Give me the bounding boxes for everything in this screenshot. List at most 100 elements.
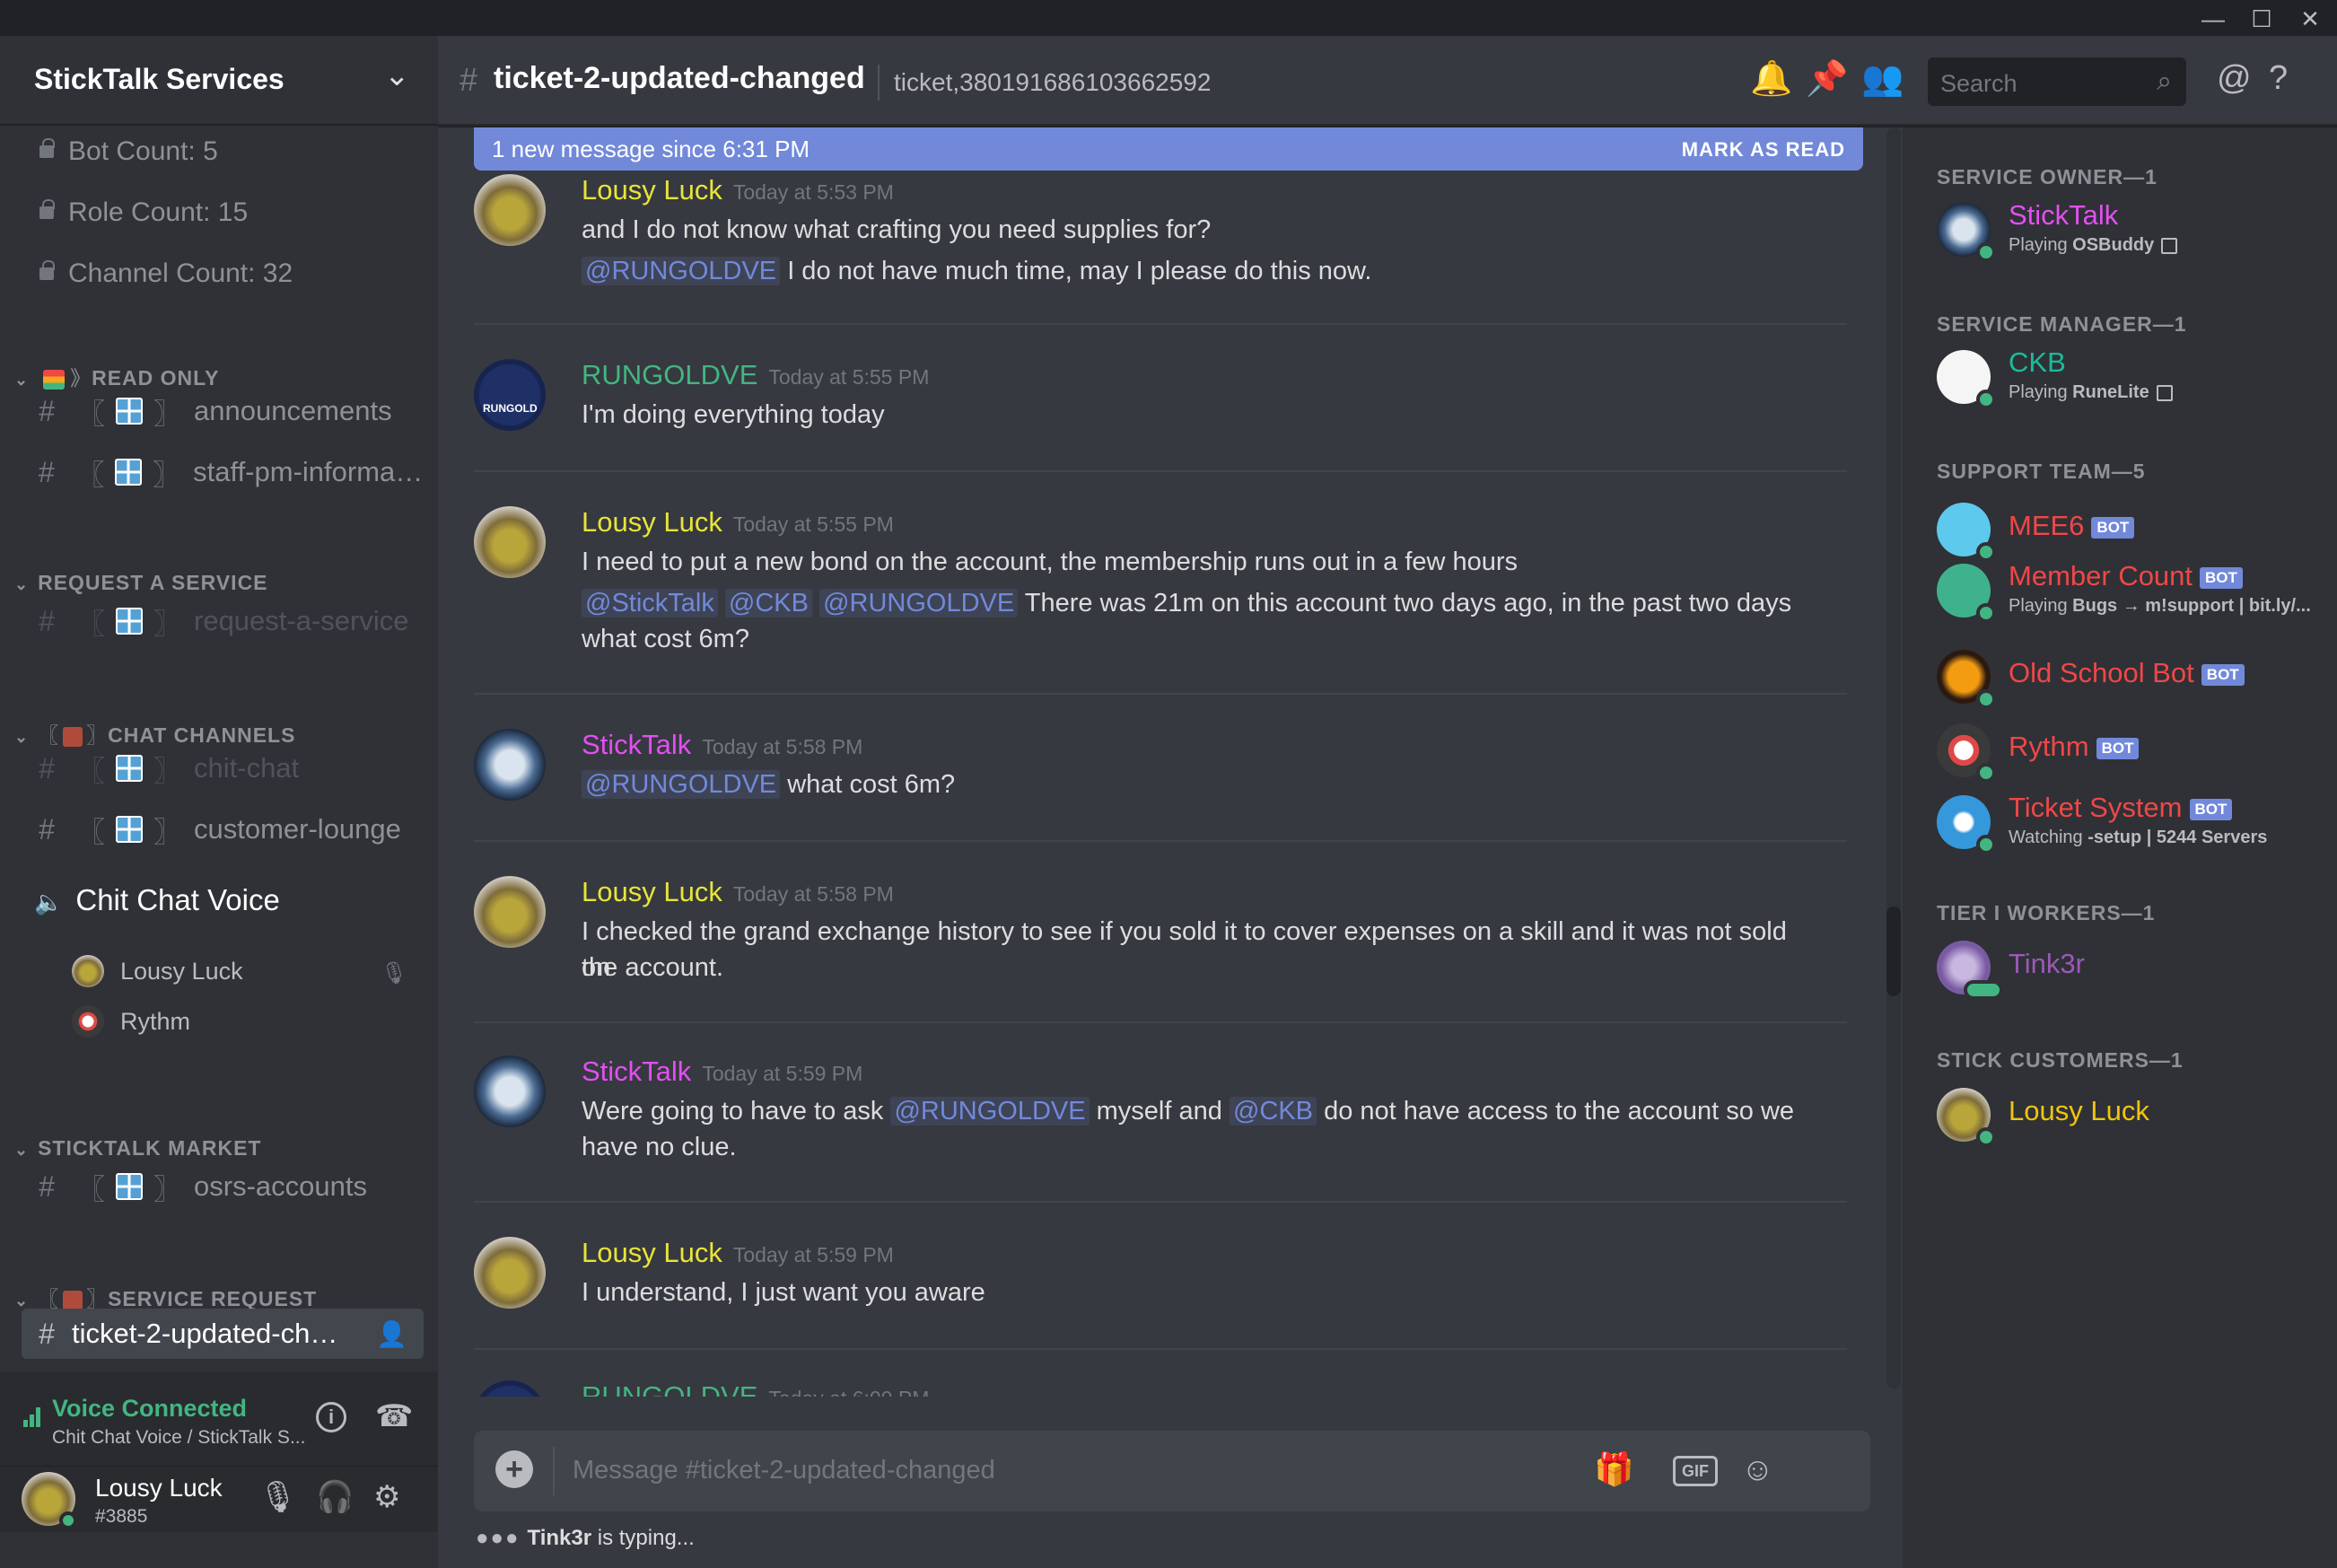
voice-status[interactable]: Voice Connected bbox=[52, 1395, 247, 1423]
channel-customer-lounge[interactable]: # 〖〗 customer-lounge bbox=[22, 804, 424, 854]
member-mee6[interactable]: MEE6 BOT bbox=[1937, 499, 2332, 562]
avatar[interactable] bbox=[474, 729, 546, 801]
message[interactable]: Lousy Luck Today at 5:59 PM I understand,… bbox=[474, 1237, 1847, 1327]
voice-user-lousy-luck[interactable]: Lousy Luck bbox=[72, 955, 243, 987]
message-author[interactable]: Lousy Luck Today at 5:55 PM bbox=[582, 506, 894, 539]
member-tink3r[interactable]: Tink3r bbox=[1937, 937, 2332, 1000]
message[interactable]: Lousy Luck Today at 5:55 PM I need to put… bbox=[474, 506, 1847, 686]
chevron-down-icon: ⌄ bbox=[14, 1292, 30, 1310]
username: Lousy Luck bbox=[95, 1474, 223, 1502]
scrollbar-thumb[interactable] bbox=[1886, 907, 1901, 996]
disconnect-icon[interactable]: ☎ bbox=[375, 1398, 413, 1434]
lock-icon bbox=[39, 199, 55, 219]
avatar[interactable] bbox=[474, 506, 546, 578]
divider bbox=[878, 65, 880, 101]
bot-badge: BOT bbox=[2201, 663, 2245, 686]
mention[interactable]: @RUNGOLDVE bbox=[582, 257, 781, 285]
user-tag: #3885 bbox=[95, 1506, 148, 1527]
upload-plus-icon[interactable]: + bbox=[495, 1450, 533, 1488]
close-button[interactable]: ✕ bbox=[2292, 4, 2328, 34]
message[interactable]: Lousy Luck Today at 5:58 PM I checked the… bbox=[474, 876, 1847, 1011]
timestamp: Today at 5:58 PM bbox=[732, 882, 894, 906]
info-icon[interactable]: i bbox=[316, 1402, 346, 1432]
mention[interactable]: @RUNGOLDVE bbox=[890, 1097, 1090, 1126]
member-member-count[interactable]: Member Count BOT Playing Bugs → m!support… bbox=[1937, 560, 2332, 623]
member-old-school-bot[interactable]: Old School Bot BOT bbox=[1937, 646, 2332, 709]
member-ticket-system[interactable]: Ticket System BOT Watching -setup | 5244 … bbox=[1937, 792, 2332, 854]
message-author[interactable]: StickTalk Today at 5:59 PM bbox=[582, 1056, 862, 1088]
voice-user-rythm[interactable]: Rythm bbox=[72, 1005, 190, 1038]
avatar[interactable] bbox=[474, 1056, 546, 1127]
category-request-service[interactable]: ⌄ REQUEST A SERVICE bbox=[14, 571, 268, 595]
pinned-messages-icon[interactable]: 📌 bbox=[1806, 59, 1848, 99]
online-status-icon bbox=[1976, 542, 1996, 562]
rich-presence-icon bbox=[2161, 237, 2178, 254]
gift-icon[interactable]: 🎁 bbox=[1594, 1450, 1634, 1488]
signal-icon bbox=[23, 1407, 41, 1427]
message[interactable]: StickTalk Today at 5:59 PM Were going to … bbox=[474, 1056, 1847, 1190]
avatar[interactable] bbox=[474, 1237, 546, 1309]
help-icon[interactable]: ? bbox=[2269, 59, 2288, 98]
maximize-button[interactable]: ☐ bbox=[2244, 4, 2280, 34]
channel-staff-pm[interactable]: # 〖〗 staff-pm-informat... bbox=[22, 447, 424, 497]
stat-role-count[interactable]: Role Count: 15 bbox=[39, 197, 248, 228]
gear-icon[interactable]: ⚙ bbox=[373, 1479, 400, 1515]
new-messages-banner[interactable]: 1 new message since 6:31 PM MARK AS READ bbox=[474, 127, 1863, 171]
muted-mic-icon: 🎙 bbox=[381, 961, 408, 985]
mention[interactable]: @StickTalk bbox=[582, 589, 718, 618]
mention[interactable]: @RUNGOLDVE bbox=[819, 589, 1019, 618]
gif-button[interactable]: GIF bbox=[1673, 1456, 1718, 1486]
timestamp: Today at 5:59 PM bbox=[702, 1062, 863, 1085]
avatar[interactable]: RUNGOLD bbox=[474, 359, 546, 431]
channel-osrs-accounts[interactable]: # 〖〗 osrs-accounts bbox=[22, 1161, 424, 1212]
channel-topic: ticket,380191686103662592 bbox=[894, 68, 1212, 96]
mark-as-read-button[interactable]: MARK AS READ bbox=[1682, 138, 1845, 162]
mention[interactable]: @CKB bbox=[1229, 1097, 1317, 1126]
mention[interactable]: @CKB bbox=[724, 589, 812, 618]
timestamp: Today at 5:55 PM bbox=[768, 365, 930, 389]
bot-badge: BOT bbox=[2200, 566, 2243, 589]
message[interactable]: Lousy Luck Today at 5:53 PM and I do not … bbox=[474, 174, 1847, 300]
message[interactable]: StickTalk Today at 5:58 PM @RUNGOLDVE wha… bbox=[474, 729, 1847, 819]
scrollbar-track[interactable] bbox=[1886, 127, 1901, 1388]
channel-announcements[interactable]: # 〖〗 announcements bbox=[22, 386, 424, 436]
role-header: TIER I WORKERS—1 bbox=[1937, 901, 2156, 924]
stat-bot-count[interactable]: Bot Count: 5 bbox=[39, 136, 218, 167]
add-member-icon[interactable]: 👤 bbox=[376, 1319, 407, 1349]
chevron-down-icon[interactable]: ⌄ bbox=[384, 57, 410, 93]
member-lousy-luck[interactable]: Lousy Luck bbox=[1937, 1084, 2332, 1147]
search-input[interactable]: Search ⌕ bbox=[1928, 57, 2186, 106]
voice-channel-chit-chat[interactable]: 🔈 Chit Chat Voice bbox=[34, 883, 280, 917]
channel-chit-chat[interactable]: # 〖〗 chit-chat bbox=[22, 743, 424, 793]
online-status-icon bbox=[1976, 763, 1996, 783]
message-composer[interactable]: + Message #ticket-2-updated-changed 🎁 GI… bbox=[474, 1431, 1870, 1511]
message-author[interactable]: Lousy Luck Today at 5:53 PM bbox=[582, 174, 894, 206]
message-author[interactable]: StickTalk Today at 5:58 PM bbox=[582, 729, 862, 761]
message-author[interactable]: RUNGOLDVE Today at 5:55 PM bbox=[582, 359, 929, 391]
bell-icon[interactable]: 🔔 bbox=[1750, 59, 1792, 99]
mentions-icon[interactable]: @ bbox=[2217, 59, 2252, 98]
stat-channel-count[interactable]: Channel Count: 32 bbox=[39, 258, 293, 289]
avatar[interactable] bbox=[474, 174, 546, 246]
member-list-icon[interactable]: 👥 bbox=[1861, 59, 1904, 99]
category-sticktalk-market[interactable]: ⌄ STICKTALK MARKET bbox=[14, 1136, 261, 1161]
channel-request-a-service[interactable]: # 〖〗 request-a-service bbox=[22, 596, 424, 646]
message-input[interactable]: Message #ticket-2-updated-changed bbox=[573, 1456, 995, 1485]
mention[interactable]: @RUNGOLDVE bbox=[582, 770, 781, 799]
message[interactable]: RUNGOLD RUNGOLDVE Today at 5:55 PM I'm do… bbox=[474, 359, 1847, 449]
avatar[interactable] bbox=[474, 876, 546, 948]
server-header[interactable]: StickTalk Services ⌄ bbox=[0, 36, 438, 126]
building-icon bbox=[116, 816, 143, 843]
message-author[interactable]: Lousy Luck Today at 5:58 PM bbox=[582, 876, 894, 908]
channel-ticket-active[interactable]: # ticket-2-updated-chan... 👤 bbox=[22, 1309, 424, 1359]
emoji-icon[interactable]: ☺ bbox=[1741, 1450, 1774, 1488]
category-service-request[interactable]: ⌄ 〖〗SERVICE REQUEST bbox=[14, 1282, 317, 1312]
member-ckb[interactable]: CKB Playing RuneLite bbox=[1937, 346, 2332, 409]
minimize-button[interactable]: — bbox=[2195, 4, 2231, 34]
member-rythm[interactable]: Rythm BOT bbox=[1937, 720, 2332, 783]
headphones-icon[interactable]: 🎧 bbox=[316, 1479, 354, 1515]
member-sticktalk[interactable]: StickTalk Playing OSBuddy bbox=[1937, 199, 2332, 262]
muted-mic-icon[interactable]: 🎙 bbox=[258, 1479, 297, 1515]
message-author[interactable]: Lousy Luck Today at 5:59 PM bbox=[582, 1237, 894, 1269]
hash-icon: # bbox=[39, 751, 55, 784]
